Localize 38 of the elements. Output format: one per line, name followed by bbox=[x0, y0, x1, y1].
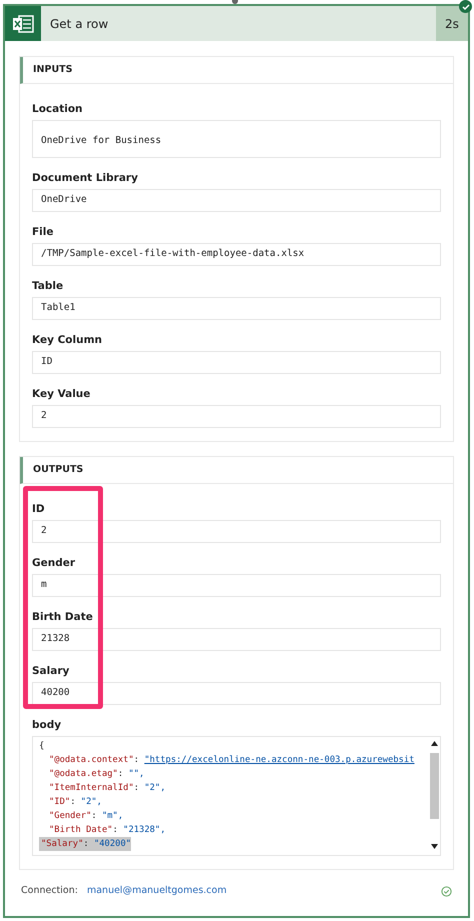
value-field: 40200 bbox=[32, 682, 441, 705]
section-header: INPUTS bbox=[20, 57, 453, 84]
field-label: body bbox=[32, 719, 62, 732]
section-header: OUTPUTS bbox=[20, 457, 453, 484]
scrollbar-thumb bbox=[430, 753, 439, 819]
field-label: Table bbox=[32, 280, 64, 293]
duration-label: 2s bbox=[436, 6, 468, 41]
field-label: ID bbox=[32, 503, 45, 516]
value-field: 2 bbox=[32, 405, 441, 428]
code-line: "Gender": "m", bbox=[48, 810, 124, 823]
scroll-down-icon bbox=[431, 844, 438, 849]
field-label: Key Column bbox=[32, 334, 102, 347]
value-field: Table1 bbox=[32, 297, 441, 320]
value-field: /TMP/Sample-excel-file-with-employee-data.xlsx bbox=[32, 243, 441, 266]
value-field: OneDrive bbox=[32, 189, 441, 212]
field-label: Document Library bbox=[32, 172, 138, 185]
value-field: 21328 bbox=[32, 628, 441, 651]
scroll-up-icon bbox=[431, 741, 438, 746]
value-field: 2 bbox=[32, 520, 441, 543]
code-line: "ItemInternalId": "2", bbox=[48, 782, 166, 795]
field-label: Birth Date bbox=[32, 611, 93, 624]
field-label: File bbox=[32, 226, 54, 239]
action-title: Get a row bbox=[50, 16, 110, 32]
value-field: ID bbox=[32, 351, 441, 374]
code-line: "@odata.context": "https://excelonline-ne.azconn-ne-003.p.azurewebsit bbox=[48, 754, 414, 767]
field-label: Location bbox=[32, 103, 83, 116]
field-label: Key Value bbox=[32, 388, 90, 401]
code-line: "Birth Date": "21328", bbox=[48, 824, 166, 837]
value-field: OneDrive for Business bbox=[32, 120, 441, 158]
connection-label: Connection: bbox=[21, 884, 78, 898]
action-header[interactable]: Get a row 2s bbox=[5, 6, 468, 41]
code-line: { bbox=[39, 740, 44, 753]
value-field: m bbox=[32, 574, 441, 597]
field-label: Gender bbox=[32, 557, 76, 570]
code-line: "ID": "2", bbox=[48, 796, 102, 809]
code-line: "@odata.etag": "", bbox=[48, 768, 144, 781]
field-label: Salary bbox=[32, 665, 70, 678]
connection-link[interactable]: manuel@manueltgomes.com bbox=[86, 884, 441, 898]
